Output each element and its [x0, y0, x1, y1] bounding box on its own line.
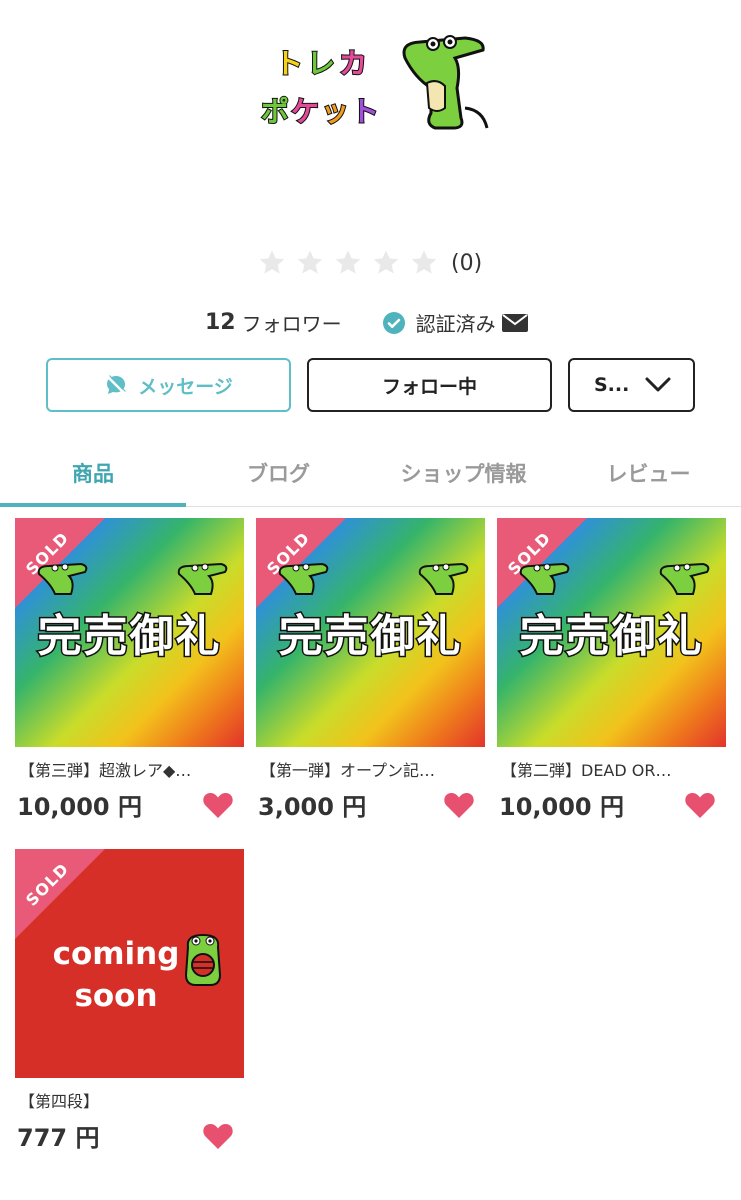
product-card[interactable]: SOLD 完売御礼 【第三弾】超激レア◆… 10,000 円	[15, 518, 244, 822]
heart-icon[interactable]	[684, 791, 716, 819]
crocodile-mascot-icon	[184, 933, 222, 986]
crocodile-icon	[659, 562, 710, 595]
follow-button[interactable]: フォロー中	[307, 358, 552, 412]
crocodile-icon	[37, 562, 88, 595]
followers-count[interactable]: 12	[205, 310, 236, 335]
logo-char: レ	[306, 47, 336, 80]
coming-soon-line-2: soon	[74, 978, 158, 1014]
product-price: 777 円	[17, 1124, 100, 1152]
sort-select-value: S...	[594, 374, 630, 396]
product-card[interactable]: SOLD 完売御礼 【第一弾】オープン記… 3,000 円	[256, 518, 485, 822]
sold-out-text: 完売御礼	[36, 610, 222, 664]
shop-tabs: 商品 ブログ ショップ情報 レビュー	[0, 440, 741, 507]
star-icon	[411, 250, 437, 274]
star-icon	[335, 250, 361, 274]
mail-icon	[501, 313, 528, 332]
product-price: 10,000 円	[499, 793, 624, 821]
crocodile-mascot-icon	[402, 35, 489, 130]
message-button[interactable]: メッセージ	[46, 358, 291, 412]
product-image[interactable]: SOLD 完売御礼	[256, 518, 485, 747]
logo-char: ト	[350, 95, 380, 128]
logo-char: カ	[338, 47, 368, 80]
rating-count[interactable]: (0)	[451, 251, 482, 276]
product-title[interactable]: 【第二弾】DEAD OR…	[497, 757, 716, 781]
product-price: 3,000 円	[258, 793, 367, 821]
product-price: 10,000 円	[17, 793, 142, 821]
product-title[interactable]: 【第三弾】超激レア◆…	[15, 757, 234, 781]
shop-stats: 12 フォロワー 認証済み	[205, 308, 528, 337]
heart-icon[interactable]	[202, 1122, 234, 1150]
crocodile-icon	[177, 562, 228, 595]
product-image[interactable]: SOLD coming soon	[15, 849, 244, 1078]
heart-icon[interactable]	[443, 791, 475, 819]
product-card[interactable]: SOLD coming soon 【第四段】 777 円	[15, 849, 244, 1153]
message-button-label: メッセージ	[138, 375, 233, 398]
star-icon	[373, 250, 399, 274]
crocodile-icon	[418, 562, 469, 595]
logo-char: ト	[274, 47, 304, 80]
product-image[interactable]: SOLD 完売御礼	[15, 518, 244, 747]
product-title[interactable]: 【第一弾】オープン記…	[256, 757, 475, 781]
product-image[interactable]: SOLD 完売御礼	[497, 518, 726, 747]
verified-label: 認証済み	[415, 312, 496, 336]
shop-rating: (0)	[257, 248, 482, 278]
star-icon	[259, 250, 285, 274]
sold-out-text: 完売御礼	[277, 610, 463, 664]
logo-char: ッ	[320, 95, 350, 128]
active-tab-indicator	[0, 503, 186, 507]
coming-soon-line-1: coming	[52, 936, 180, 972]
logo-char: ポ	[260, 95, 290, 128]
logo-row-1: ト レ カ	[274, 47, 368, 80]
logo-char: ケ	[290, 95, 320, 128]
verified-badge: 認証済み	[382, 308, 528, 337]
chevron-down-icon	[645, 377, 671, 392]
product-card[interactable]: SOLD 完売御礼 【第二弾】DEAD OR… 10,000 円	[497, 518, 726, 822]
logo-row-2: ポ ケ ッ ト	[260, 95, 380, 128]
sort-select[interactable]: S...	[568, 358, 695, 412]
tab-shop-info[interactable]: ショップ情報	[371, 440, 556, 506]
check-circle-icon	[382, 311, 405, 334]
no-chat-icon	[107, 375, 127, 394]
followers-label[interactable]: フォロワー	[242, 308, 342, 337]
sold-out-text: 完売御礼	[518, 610, 704, 664]
crocodile-icon	[519, 562, 570, 595]
product-title[interactable]: 【第四段】	[15, 1088, 234, 1112]
coming-soon-text: coming soon	[41, 933, 191, 1017]
tab-blog[interactable]: ブログ	[186, 440, 371, 506]
shop-logo: ト レ カ ポ ケ ッ ト	[255, 28, 500, 138]
tab-products[interactable]: 商品	[0, 440, 186, 506]
tab-reviews[interactable]: レビュー	[556, 440, 741, 506]
follow-button-label: フォロー中	[381, 375, 477, 398]
crocodile-icon	[278, 562, 329, 595]
heart-icon[interactable]	[202, 791, 234, 819]
star-icon	[297, 250, 323, 274]
